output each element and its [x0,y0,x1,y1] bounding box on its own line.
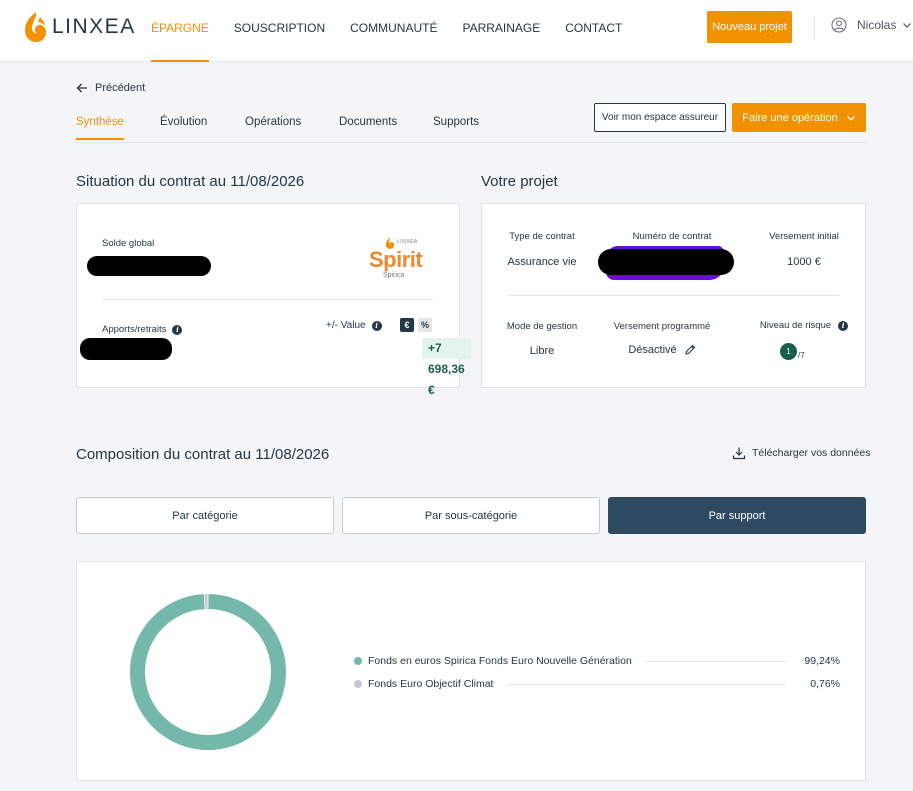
download-icon [732,447,746,460]
segment-par-support[interactable]: Par support [608,497,866,534]
legend-percentage: 99,24% [804,655,840,667]
nav-souscription[interactable]: Souscription [234,0,325,62]
situation-divider [102,299,433,300]
allocation-donut-chart [130,594,286,750]
tab-evolution[interactable]: Évolution [160,116,207,139]
header-divider [814,16,815,40]
make-operation-button[interactable]: Faire une opération [732,103,866,132]
tab-synthese[interactable]: Synthèse [76,116,124,140]
user-avatar-icon [831,17,847,33]
risk-level-badge: 1 [780,343,797,360]
project-divider [508,295,839,296]
initial-payment-label: Versement initial [769,231,839,242]
tab-operations[interactable]: Opérations [245,116,301,139]
value-label: +/- Value [326,320,366,331]
segment-par-categorie[interactable]: Par catégorie [76,497,334,534]
spirit-brand-top: LINXEA [397,239,418,245]
euro-toggle[interactable]: € [400,318,414,332]
arrow-left-icon [76,83,87,93]
info-icon[interactable]: i [838,320,849,331]
new-project-button[interactable]: Nouveau projet [707,11,792,43]
back-link[interactable]: Précédent [76,82,145,94]
legend-dot [354,680,362,688]
apports-label: Apports/retraits [102,324,167,335]
user-name: Nicolas [857,18,897,32]
composition-title: Composition du contrat au 11/08/2026 [76,446,330,463]
composition-card [76,561,866,781]
risk-level-label: Niveau de risque [759,320,832,331]
nav-parrainage[interactable]: Parrainage [462,0,540,62]
download-label: Télécharger vos données [752,447,871,459]
plus-value-amount: +7 698,36 € [422,338,471,397]
nav-contact[interactable]: Contact [565,0,622,62]
spirit-brand-name: Spirit [369,247,423,272]
solde-redaction [87,256,211,276]
apports-label-row: Apports/retraits i [102,324,183,335]
legend-leader-line [645,660,786,662]
segment-par-sous-categorie[interactable]: Par sous-catégorie [342,497,600,534]
main-nav: Épargne Souscription Communauté Parraina… [151,0,647,62]
top-header: LINXEA Épargne Souscription Communauté P… [0,0,913,62]
management-mode-value: Libre [529,345,555,357]
situation-card: Solde global LINXEA Spirit Spirica Appor… [76,203,471,397]
initial-payment-value: 1000 € [787,256,821,268]
legend-leader-line [507,683,786,685]
scheduled-payment-label: Versement programmé [613,321,711,332]
tab-documents[interactable]: Documents [339,116,397,139]
legend-item[interactable]: Fonds Euro Objectif Climat 0,76% [354,677,840,691]
situation-title: Situation du contrat au 11/08/2026 [76,173,305,190]
project-card: Type de contrat Assurance vie Numéro de … [481,203,866,388]
legend-percentage: 0,76% [810,678,840,690]
linxea-logo[interactable]: LINXEA [22,11,136,43]
risk-level-label-row: Niveau de risque i [744,320,864,331]
pencil-icon[interactable] [684,344,696,356]
contract-number-label: Numéro de contrat [632,231,712,242]
info-icon[interactable]: i [172,324,183,335]
risk-level-row: 1 /7 [780,343,805,360]
spirit-logo: LINXEA Spirit Spirica [369,236,433,284]
project-title: Votre projet [481,173,558,190]
scheduled-payment-row: Désactivé [602,344,722,356]
nav-communaute[interactable]: Communauté [350,0,437,62]
legend-item[interactable]: Fonds en euros Spirica Fonds Euro Nouvel… [354,654,840,668]
flame-logo-icon [25,12,46,42]
insurer-space-button[interactable]: Voir mon espace assureur [594,103,726,132]
info-icon[interactable]: i [371,320,382,331]
back-label: Précédent [95,82,146,94]
legend-label: Fonds en euros Spirica Fonds Euro Nouvel… [368,655,632,667]
solde-label: Solde global [102,238,155,249]
management-mode-label: Mode de gestion [506,321,578,332]
tab-supports[interactable]: Supports [433,116,479,139]
percent-toggle[interactable]: % [418,318,432,332]
download-data-link[interactable]: Télécharger vos données [732,446,871,460]
donut-slice-0[interactable] [130,594,286,750]
contract-number-redaction [598,249,734,275]
legend-dot [354,657,362,665]
apports-redaction [80,338,172,360]
donut-slice-1[interactable] [204,594,208,610]
risk-level-max: /7 [798,351,805,360]
spirit-brand-sub: Spirica [383,272,405,279]
chevron-down-icon [846,115,855,121]
chevron-down-icon [903,23,912,28]
scheduled-payment-value: Désactivé [628,344,677,356]
user-menu[interactable]: Nicolas [831,17,913,33]
contract-type-label: Type de contrat [509,231,575,242]
make-operation-label: Faire une opération [742,111,838,124]
contract-type-value: Assurance vie [507,256,577,268]
nav-epargne[interactable]: Épargne [151,0,209,62]
logo-text: LINXEA [52,15,136,38]
legend-label: Fonds Euro Objectif Climat [368,678,494,690]
value-label-row: +/- Value i [326,320,382,331]
